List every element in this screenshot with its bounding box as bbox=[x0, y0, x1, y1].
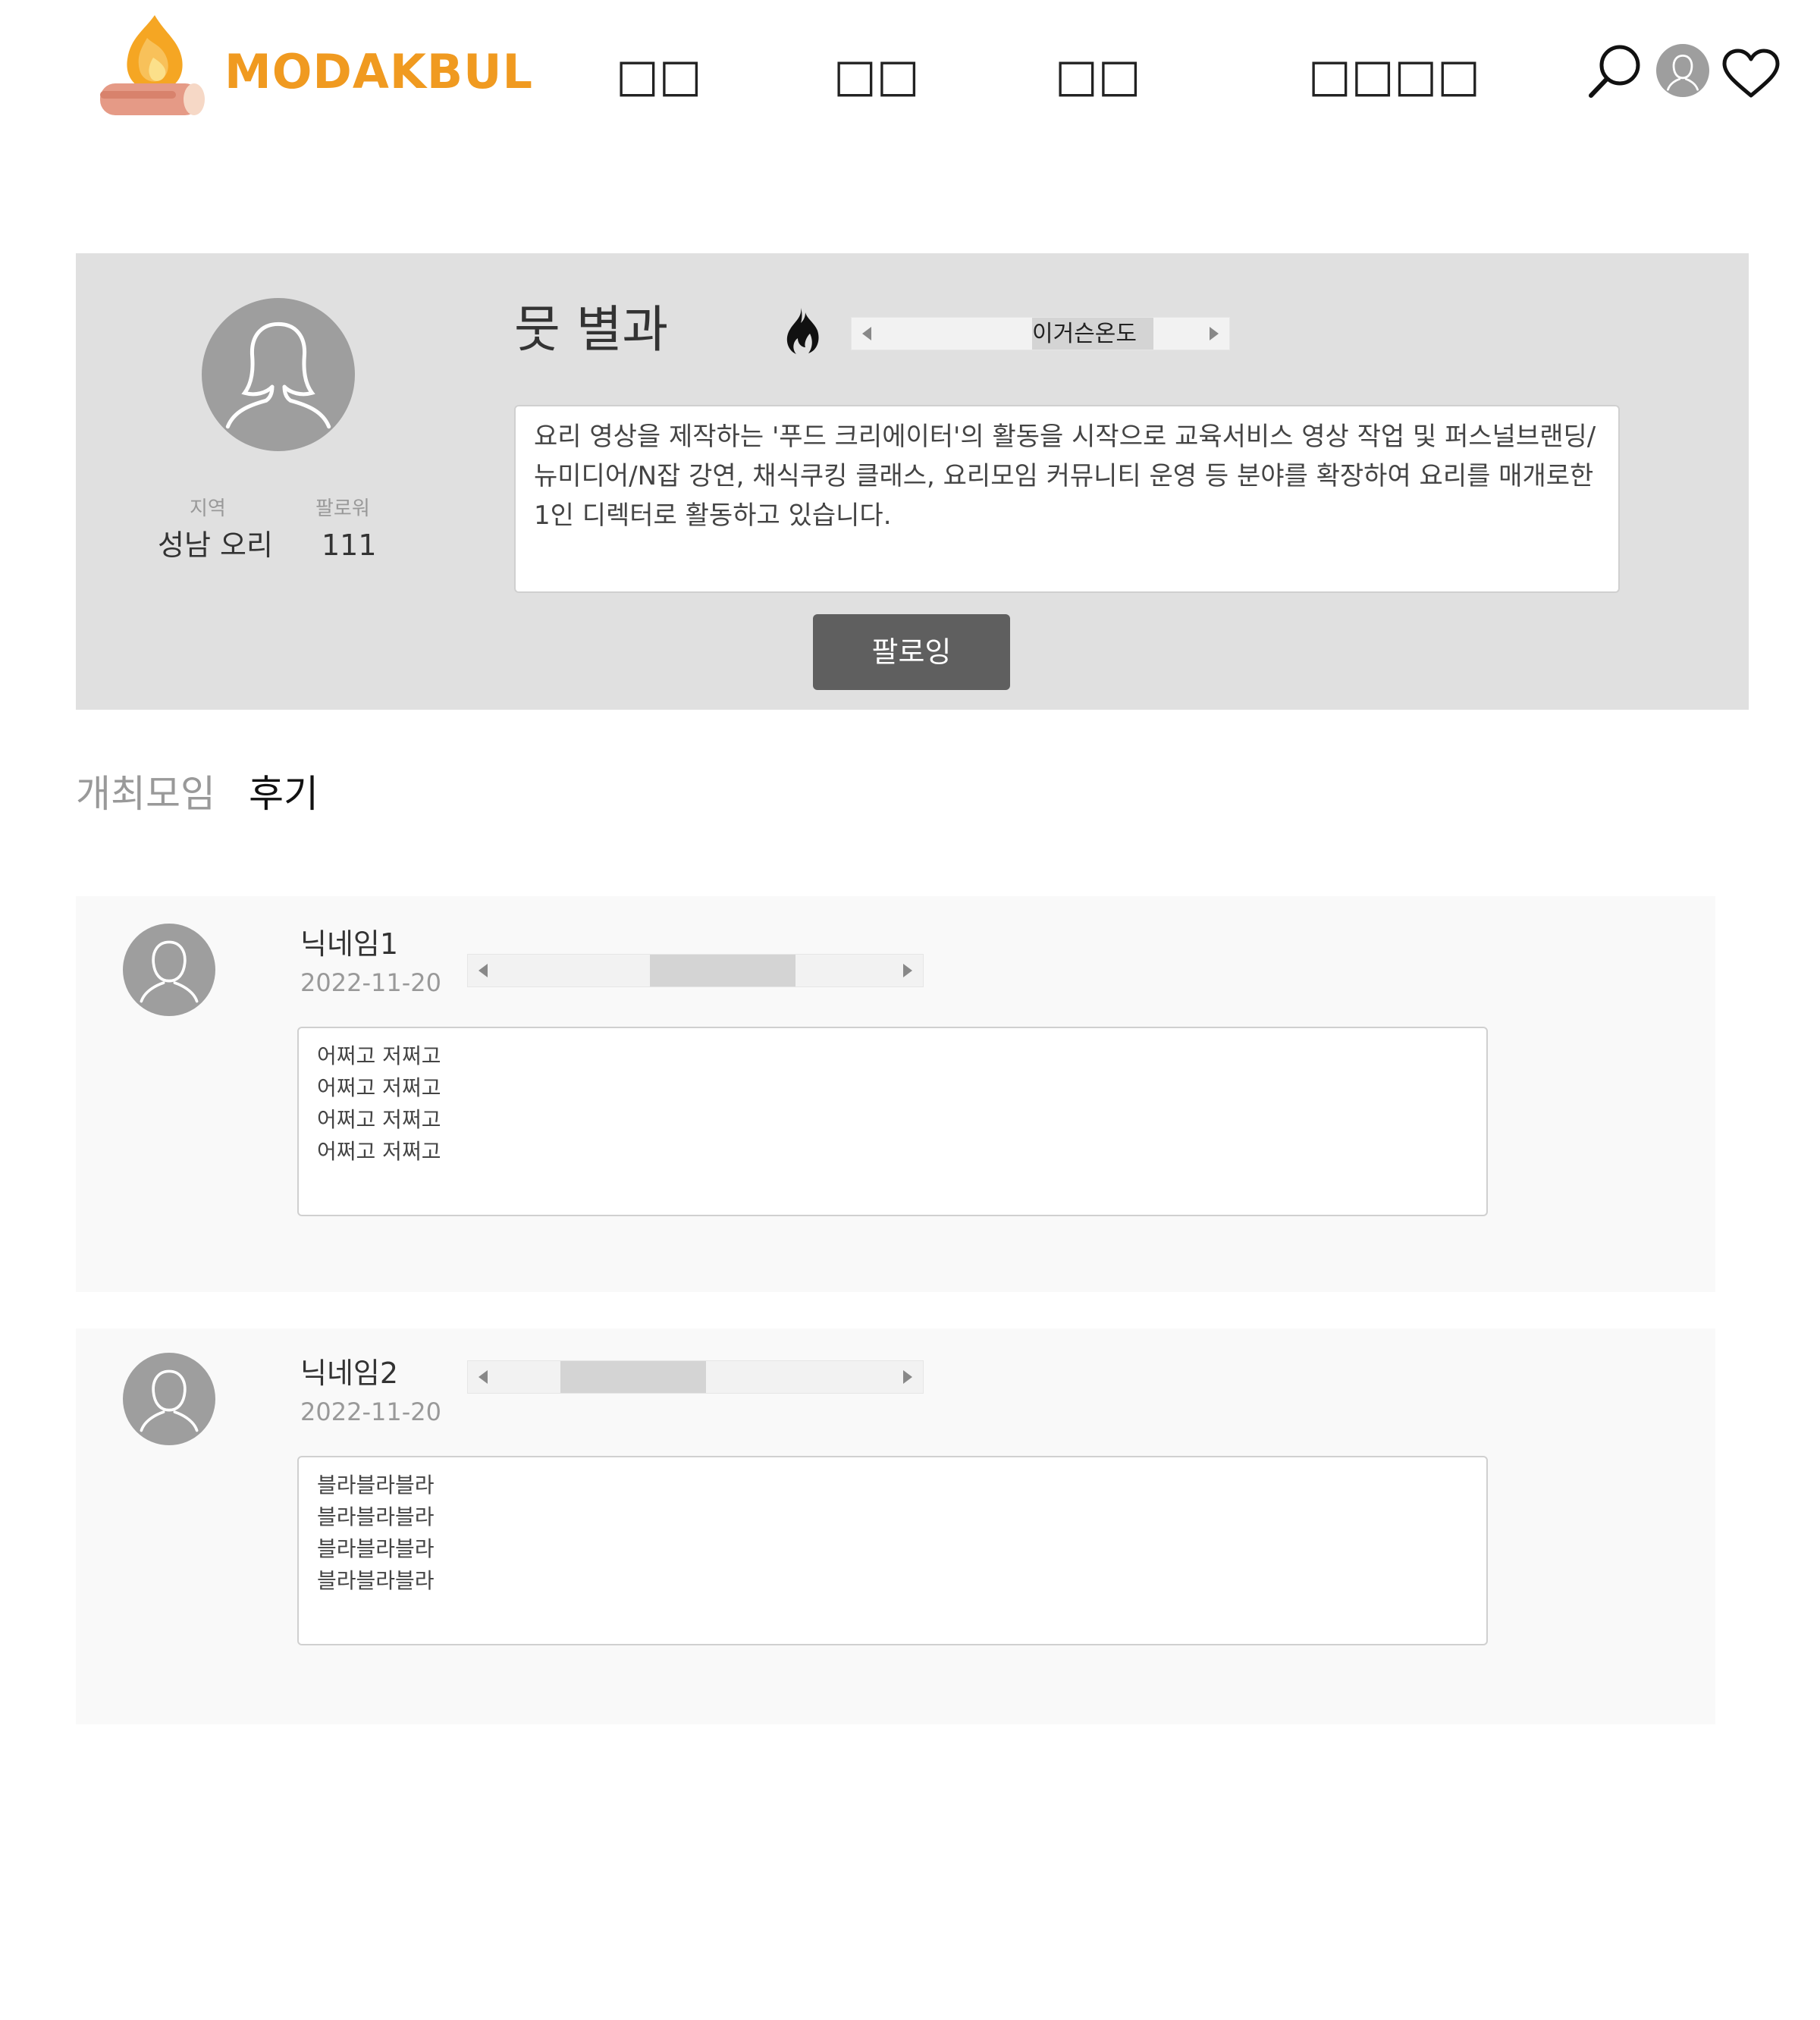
review-line: 어쩌고 저쩌고 bbox=[317, 1107, 441, 1132]
review-rating-thumb[interactable] bbox=[650, 955, 795, 986]
slider-right-arrow-icon[interactable] bbox=[903, 1370, 912, 1384]
review-line: 어쩌고 저쩌고 bbox=[317, 1043, 441, 1068]
review-date: 2022-11-20 bbox=[300, 1397, 441, 1426]
review-line: 블라블라블라 bbox=[317, 1504, 435, 1529]
review-rating-thumb[interactable] bbox=[560, 1361, 706, 1393]
slider-left-arrow-icon[interactable] bbox=[862, 327, 871, 340]
review-line: 블라블라블라 bbox=[317, 1568, 435, 1593]
flame-icon bbox=[783, 306, 821, 356]
review-content: 어쩌고 저쩌고 어쩌고 저쩌고 어쩌고 저쩌고 어쩌고 저쩌고 bbox=[297, 1027, 1488, 1216]
heart-icon[interactable] bbox=[1721, 49, 1781, 99]
profile-bio: 요리 영상을 제작하는 '푸드 크리에이터'의 활동을 시작으로 교육서비스 영… bbox=[514, 405, 1620, 593]
review-line: 블라블라블라 bbox=[317, 1536, 435, 1561]
followers-label: 팔로워 bbox=[315, 497, 370, 520]
reviewer-avatar-icon bbox=[123, 1353, 215, 1445]
temperature-label: 이거슨온도 bbox=[1032, 321, 1137, 347]
review-line: 블라블라블라 bbox=[317, 1473, 435, 1498]
review-rating-slider[interactable] bbox=[467, 954, 924, 987]
reviewer-avatar-icon bbox=[123, 924, 215, 1016]
slider-left-arrow-icon[interactable] bbox=[479, 964, 488, 977]
reviewer-nickname: 닉네임2 bbox=[300, 1357, 399, 1390]
reviewer-nickname: 닉네임1 bbox=[300, 927, 399, 961]
review-line: 어쩌고 저쩌고 bbox=[317, 1075, 441, 1100]
nav-item-4[interactable]: □□□□ bbox=[1308, 53, 1480, 99]
tab-reviews[interactable]: 후기 bbox=[249, 775, 318, 813]
review-content: 블라블라블라 블라블라블라 블라블라블라 블라블라블라 bbox=[297, 1456, 1488, 1645]
slider-right-arrow-icon[interactable] bbox=[1210, 327, 1219, 340]
profile-avatar-icon bbox=[202, 298, 355, 451]
review-line: 어쩌고 저쩌고 bbox=[317, 1139, 441, 1164]
user-avatar-icon[interactable] bbox=[1656, 44, 1709, 97]
slider-right-arrow-icon[interactable] bbox=[903, 964, 912, 977]
profile-name: 뭇 별과 bbox=[514, 300, 669, 359]
logo-campfire-icon[interactable] bbox=[100, 12, 208, 120]
region-label: 지역 bbox=[190, 497, 226, 520]
follow-button[interactable]: 팔로잉 bbox=[813, 614, 1010, 690]
nav-item-3[interactable]: □□ bbox=[1055, 53, 1141, 99]
followers-count: 111 bbox=[322, 529, 377, 562]
nav-item-1[interactable]: □□ bbox=[616, 53, 701, 99]
region-value: 성남 오리 bbox=[158, 529, 273, 562]
slider-left-arrow-icon[interactable] bbox=[479, 1370, 488, 1384]
review-date: 2022-11-20 bbox=[300, 968, 441, 997]
logo-text[interactable]: MODAKBUL bbox=[224, 49, 533, 96]
review-rating-slider[interactable] bbox=[467, 1360, 924, 1394]
nav-item-2[interactable]: □□ bbox=[833, 53, 919, 99]
temperature-slider[interactable]: 이거슨온도 bbox=[851, 317, 1230, 350]
search-icon[interactable] bbox=[1586, 42, 1644, 100]
tab-hosted-meetings[interactable]: 개최모임 bbox=[76, 775, 215, 813]
